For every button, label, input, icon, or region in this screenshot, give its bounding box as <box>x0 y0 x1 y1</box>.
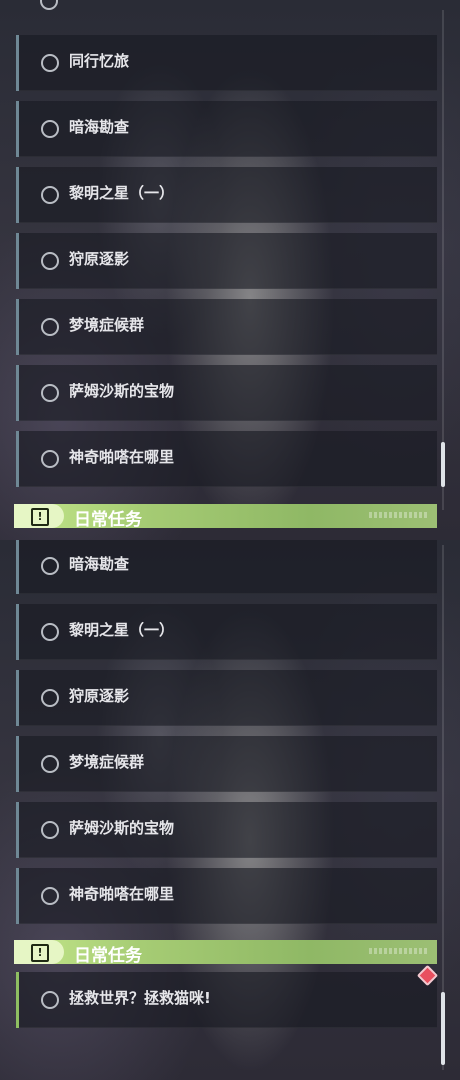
quest-label: 同行忆旅 <box>69 52 130 70</box>
circle-outline-icon <box>41 557 59 575</box>
scrollbar-track[interactable] <box>442 10 444 510</box>
circle-outline-icon <box>41 186 59 204</box>
quest-label: 萨姆沙斯的宝物 <box>69 382 175 400</box>
section-title: 日常任务 <box>74 510 142 530</box>
quest-label: 暗海勘查 <box>69 555 130 573</box>
circle-outline-icon <box>41 252 59 270</box>
quest-label: 狩原逐影 <box>69 250 130 268</box>
circle-outline-icon <box>41 384 59 402</box>
section-header-daily[interactable]: ! 日常任务 <box>14 504 437 530</box>
quest-label: 拯救世界？拯救猫咪! <box>69 989 211 1007</box>
quest-item[interactable]: 萨姆沙斯的宝物 <box>16 802 437 858</box>
circle-outline-icon <box>41 450 59 468</box>
quest-item[interactable]: 黎明之星（一） <box>16 604 437 660</box>
quest-list-panel-bottom: 暗海勘查 黎明之星（一） 狩原逐影 梦境症候群 萨姆沙斯的宝物 神奇啪嗒在哪里 … <box>0 540 460 1080</box>
quest-label: 暗海勘查 <box>69 118 130 136</box>
quest-item[interactable]: 神奇啪嗒在哪里 <box>16 431 437 487</box>
quest-label: 神奇啪嗒在哪里 <box>69 448 175 466</box>
quest-item[interactable]: 狩原逐影 <box>16 670 437 726</box>
quest-item[interactable]: 暗海勘查 <box>16 540 437 594</box>
quest-item[interactable]: 神奇啪嗒在哪里 <box>16 868 437 924</box>
daily-quest-item[interactable]: 拯救世界？拯救猫咪! <box>16 972 437 1028</box>
quest-item[interactable]: 梦境症候群 <box>16 299 437 355</box>
circle-outline-icon <box>41 623 59 641</box>
circle-outline-icon <box>41 991 59 1009</box>
quest-label: 梦境症候群 <box>69 753 145 771</box>
circle-outline-icon <box>41 755 59 773</box>
circle-outline-icon <box>41 54 59 72</box>
quest-list-panel-top: 同行忆旅 暗海勘查 黎明之星（一） 狩原逐影 梦境症候群 萨姆沙斯的宝物 神奇啪… <box>0 0 460 540</box>
quest-item[interactable]: 黎明之星（一） <box>16 167 437 223</box>
scrollbar-thumb[interactable] <box>441 442 445 487</box>
quest-item[interactable]: 狩原逐影 <box>16 233 437 289</box>
section-badge: ! <box>14 940 64 964</box>
circle-outline-icon <box>41 120 59 138</box>
quest-label: 狩原逐影 <box>69 687 130 705</box>
quest-label: 黎明之星（一） <box>69 184 175 202</box>
circle-outline-icon <box>40 0 58 10</box>
section-badge: ! <box>14 504 64 528</box>
circle-outline-icon <box>41 887 59 905</box>
decorative-stripes <box>369 948 427 954</box>
quest-label: 黎明之星（一） <box>69 621 175 639</box>
decorative-stripes <box>369 512 427 518</box>
section-title: 日常任务 <box>74 946 142 966</box>
quest-item[interactable]: 梦境症候群 <box>16 736 437 792</box>
quest-label: 神奇啪嗒在哪里 <box>69 885 175 903</box>
exclamation-box-icon: ! <box>31 944 49 962</box>
section-header-daily[interactable]: ! 日常任务 <box>14 940 437 966</box>
quest-item[interactable]: 暗海勘查 <box>16 101 437 157</box>
circle-outline-icon <box>41 689 59 707</box>
circle-outline-icon <box>41 821 59 839</box>
quest-item[interactable]: 萨姆沙斯的宝物 <box>16 365 437 421</box>
exclamation-box-icon: ! <box>31 508 49 526</box>
quest-label: 萨姆沙斯的宝物 <box>69 819 175 837</box>
scrollbar-thumb[interactable] <box>441 992 445 1065</box>
quest-label: 梦境症候群 <box>69 316 145 334</box>
quest-item[interactable]: 同行忆旅 <box>16 35 437 91</box>
circle-outline-icon <box>41 318 59 336</box>
